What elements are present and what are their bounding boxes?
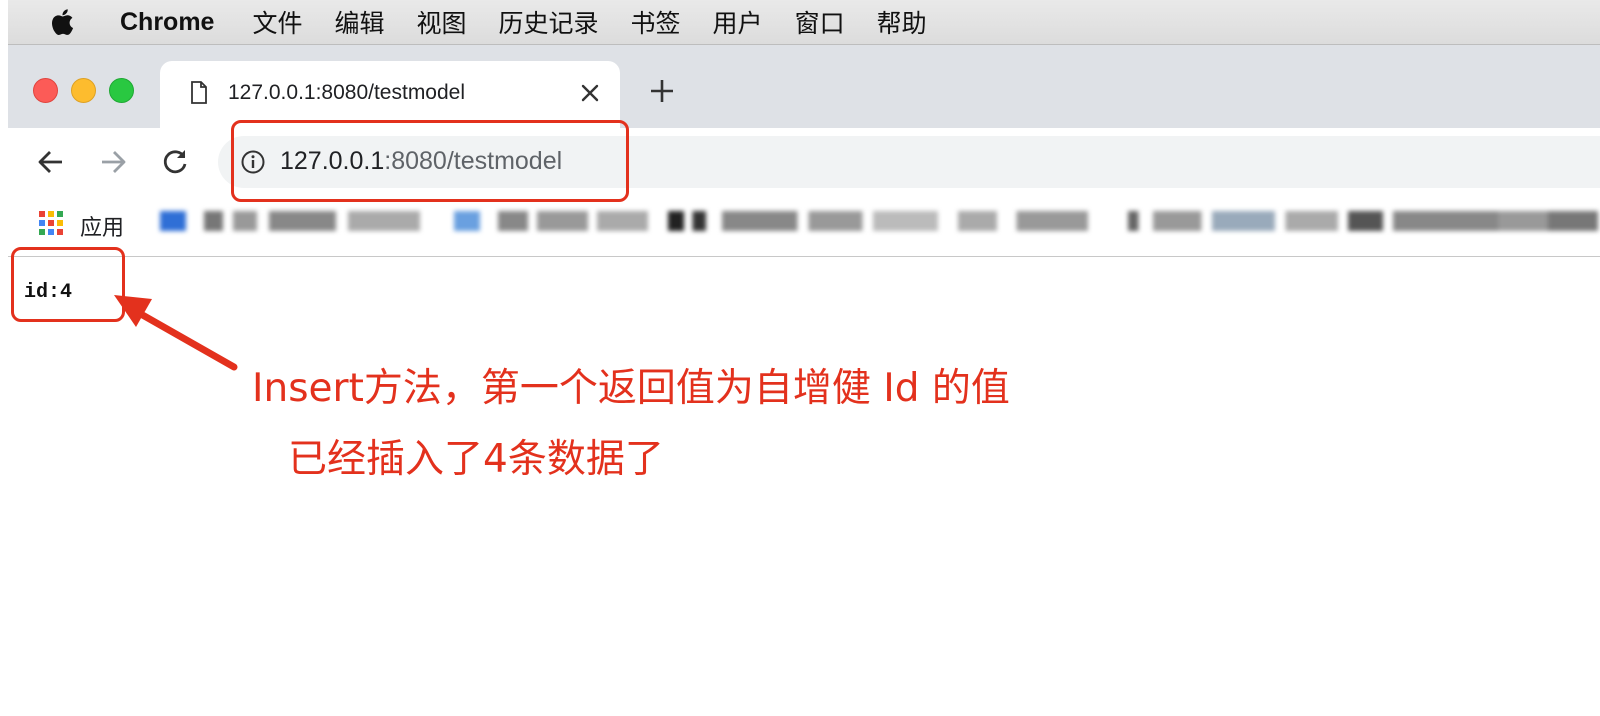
menu-file[interactable]: 文件: [252, 4, 302, 40]
bookmark-item-blurred[interactable]: [1348, 211, 1598, 231]
tab-title: 127.0.0.1:8080/testmodel: [228, 81, 466, 104]
page-document-icon: [190, 81, 208, 110]
menu-app-name[interactable]: Chrome: [120, 8, 214, 37]
apps-grid-icon[interactable]: [38, 210, 64, 241]
bookmark-item-blurred[interactable]: [498, 211, 648, 231]
browser-tab-active[interactable]: 127.0.0.1:8080/testmodel: [160, 61, 620, 128]
window-minimize-button[interactable]: [71, 78, 96, 103]
annotation-box-id: [11, 247, 125, 322]
menu-edit[interactable]: 编辑: [334, 4, 384, 40]
forward-arrow-icon[interactable]: [98, 147, 128, 182]
mac-menu-bar: Chrome 文件 编辑 视图 历史记录 书签 用户 窗口 帮助: [8, 0, 1600, 45]
menu-history[interactable]: 历史记录: [499, 4, 599, 40]
window-zoom-button[interactable]: [109, 78, 134, 103]
new-tab-plus-icon[interactable]: [649, 78, 675, 109]
menu-view[interactable]: 视图: [417, 4, 467, 40]
menu-people[interactable]: 用户: [713, 4, 763, 40]
bookmark-item-blurred[interactable]: [204, 211, 444, 231]
bookmark-favicon-blurred[interactable]: [454, 211, 480, 231]
annotation-arrow-icon: [114, 295, 238, 371]
annotation-text-line2: 已经插入了4条数据了: [288, 437, 664, 482]
menu-bookmarks[interactable]: 书签: [631, 4, 681, 40]
apple-logo-icon[interactable]: [50, 8, 80, 36]
bookmark-favicon-blurred[interactable]: [160, 211, 186, 231]
window-close-button[interactable]: [33, 78, 58, 103]
bookmarks-bar: 应用: [8, 195, 1600, 257]
menu-help[interactable]: 帮助: [877, 4, 927, 40]
back-arrow-icon[interactable]: [36, 147, 66, 182]
bookmark-item-blurred[interactable]: [958, 211, 1088, 231]
bookmark-item-blurred[interactable]: [1128, 211, 1338, 231]
tab-close-icon[interactable]: [580, 83, 600, 108]
annotation-box-url: [231, 120, 629, 202]
tab-strip: 127.0.0.1:8080/testmodel: [8, 45, 1600, 128]
annotation-text-line1: Insert方法，第一个返回值为自增健 Id 的值: [252, 366, 1010, 411]
reload-icon[interactable]: [160, 147, 190, 182]
bookmark-item-blurred[interactable]: [668, 211, 938, 231]
apps-bookmark-label[interactable]: 应用: [80, 210, 124, 242]
menu-window[interactable]: 窗口: [795, 4, 845, 40]
